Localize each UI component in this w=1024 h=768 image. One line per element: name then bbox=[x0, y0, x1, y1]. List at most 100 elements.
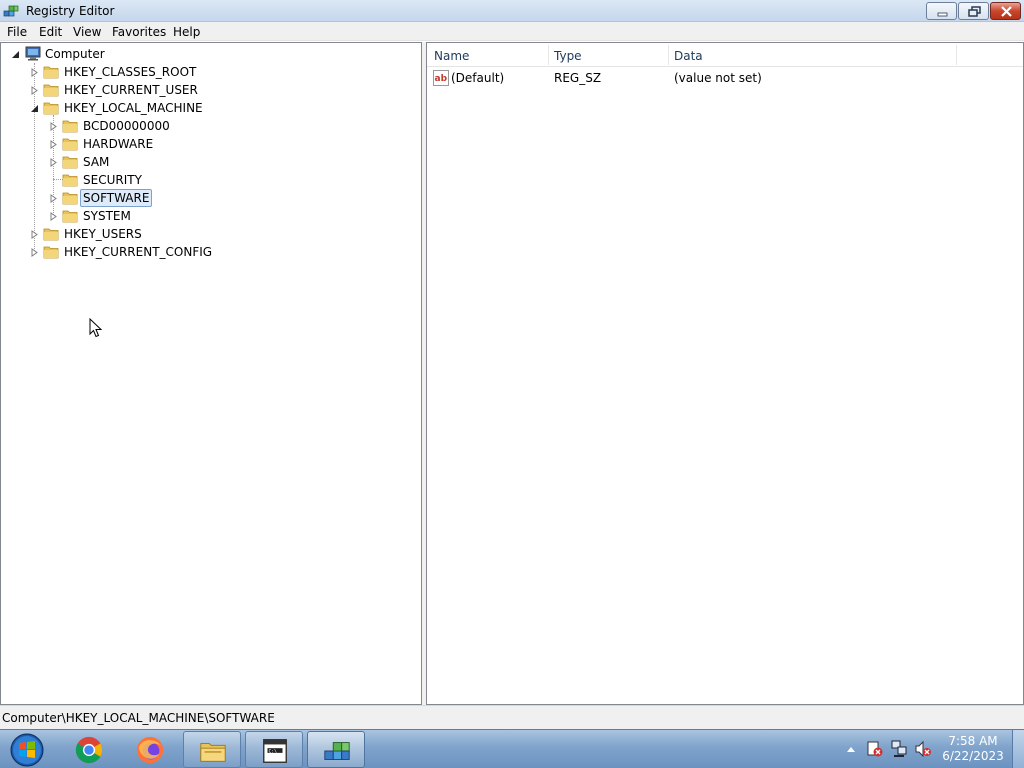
column-divider[interactable] bbox=[956, 45, 957, 65]
minimize-button[interactable] bbox=[926, 2, 957, 20]
tree-item-hkey-local-machine[interactable]: HKEY_LOCAL_MACHINE bbox=[1, 99, 421, 117]
status-bar: Computer\HKEY_LOCAL_MACHINE\SOFTWARE bbox=[0, 705, 1024, 729]
tree-label: HKEY_LOCAL_MACHINE bbox=[64, 101, 203, 115]
regedit-icon bbox=[3, 5, 19, 17]
folder-icon bbox=[62, 156, 78, 169]
taskbar: C:\ 7:58 AM 6/22/2023 bbox=[0, 729, 1024, 768]
tree-item-hkey-current-user[interactable]: HKEY_CURRENT_USER bbox=[1, 81, 421, 99]
show-desktop-button[interactable] bbox=[1012, 730, 1024, 768]
tree-item-hkey-current-config[interactable]: HKEY_CURRENT_CONFIG bbox=[1, 243, 421, 261]
string-value-icon: ab bbox=[433, 70, 449, 86]
taskbar-firefox[interactable] bbox=[121, 731, 179, 768]
clock[interactable]: 7:58 AM 6/22/2023 bbox=[940, 734, 1006, 764]
tree-label: HARDWARE bbox=[83, 137, 154, 151]
tree-item-bcd00000000[interactable]: BCD00000000 bbox=[1, 117, 421, 135]
title-bar[interactable]: Registry Editor bbox=[0, 0, 1024, 22]
tree-label: SAM bbox=[83, 155, 110, 169]
tree-item-sam[interactable]: SAM bbox=[1, 153, 421, 171]
expand-arrow-icon[interactable] bbox=[49, 158, 58, 167]
expand-arrow-icon[interactable] bbox=[30, 68, 39, 77]
restore-icon bbox=[968, 6, 981, 17]
menu-edit[interactable]: Edit bbox=[39, 25, 62, 39]
column-header-type[interactable]: Type bbox=[554, 49, 582, 63]
expand-arrow-icon[interactable] bbox=[30, 230, 39, 239]
mouse-cursor-icon bbox=[89, 318, 103, 338]
status-path: Computer\HKEY_LOCAL_MACHINE\SOFTWARE bbox=[2, 711, 275, 725]
folder-icon bbox=[43, 228, 59, 241]
expand-arrow-icon[interactable] bbox=[30, 248, 39, 257]
clock-date: 6/22/2023 bbox=[942, 749, 1004, 763]
folder-icon bbox=[62, 210, 78, 223]
taskbar-cmd[interactable]: C:\ bbox=[245, 731, 303, 768]
column-divider[interactable] bbox=[548, 45, 549, 65]
file-explorer-icon bbox=[200, 743, 226, 762]
expand-arrow-icon[interactable] bbox=[49, 122, 58, 131]
restore-button[interactable] bbox=[958, 2, 989, 20]
tree-item-hardware[interactable]: HARDWARE bbox=[1, 135, 421, 153]
folder-icon bbox=[43, 84, 59, 97]
taskbar-chrome[interactable] bbox=[60, 731, 118, 768]
menu-favorites[interactable]: Favorites bbox=[112, 25, 166, 39]
folder-icon bbox=[62, 192, 78, 205]
action-center-icon[interactable] bbox=[866, 730, 884, 768]
column-divider[interactable] bbox=[668, 45, 669, 65]
regedit-icon bbox=[324, 742, 350, 760]
taskbar-file-explorer[interactable] bbox=[183, 731, 241, 768]
folder-icon bbox=[62, 120, 78, 133]
value-row[interactable]: ab (Default) REG_SZ (value not set) bbox=[427, 69, 1023, 87]
tree-label: HKEY_CURRENT_USER bbox=[64, 83, 198, 97]
svg-text:ab: ab bbox=[435, 74, 448, 84]
value-type: REG_SZ bbox=[554, 71, 602, 85]
tree-item-hkey-users[interactable]: HKEY_USERS bbox=[1, 225, 421, 243]
folder-icon bbox=[62, 174, 78, 187]
folder-icon bbox=[43, 246, 59, 259]
tree-item-security[interactable]: SECURITY bbox=[1, 171, 421, 189]
computer-icon bbox=[25, 46, 41, 61]
menu-file[interactable]: File bbox=[7, 25, 27, 39]
tree-item-system[interactable]: SYSTEM bbox=[1, 207, 421, 225]
taskbar-regedit[interactable] bbox=[307, 731, 365, 768]
menu-view[interactable]: View bbox=[73, 25, 101, 39]
column-header-name[interactable]: Name bbox=[434, 49, 469, 63]
folder-icon bbox=[62, 138, 78, 151]
tree-label: HKEY_USERS bbox=[64, 227, 142, 241]
folder-icon bbox=[43, 102, 59, 115]
tree-label: HKEY_CURRENT_CONFIG bbox=[64, 245, 213, 259]
window-title: Registry Editor bbox=[26, 4, 115, 18]
close-button[interactable] bbox=[990, 2, 1021, 20]
chrome-icon bbox=[75, 736, 103, 764]
menu-bar: File Edit View Favorites Help bbox=[0, 22, 1024, 41]
tree-label: Computer bbox=[45, 47, 105, 61]
collapse-arrow-icon[interactable] bbox=[11, 50, 20, 59]
values-list-pane[interactable]: Name Type Data ab (Default) REG_SZ (valu… bbox=[426, 42, 1024, 705]
tray-overflow-icon[interactable] bbox=[845, 730, 857, 768]
cmd-window-icon: C:\ bbox=[263, 739, 287, 763]
tree-item-software[interactable]: SOFTWARE bbox=[1, 189, 421, 207]
expand-arrow-icon[interactable] bbox=[49, 212, 58, 221]
start-button[interactable] bbox=[4, 731, 50, 768]
close-icon bbox=[1001, 6, 1012, 17]
tree-label: HKEY_CLASSES_ROOT bbox=[64, 65, 197, 79]
tree-label: SYSTEM bbox=[83, 209, 131, 223]
volume-muted-icon[interactable] bbox=[914, 730, 932, 768]
value-data: (value not set) bbox=[674, 71, 762, 85]
clock-time: 7:58 AM bbox=[948, 734, 998, 748]
tree-label: SECURITY bbox=[83, 173, 142, 187]
expand-arrow-icon[interactable] bbox=[49, 194, 58, 203]
network-icon[interactable] bbox=[890, 730, 908, 768]
tree-item-computer[interactable]: Computer bbox=[1, 45, 421, 63]
collapse-arrow-icon[interactable] bbox=[30, 104, 39, 113]
expand-arrow-icon[interactable] bbox=[30, 86, 39, 95]
value-name: (Default) bbox=[451, 71, 505, 85]
minimize-icon bbox=[937, 12, 948, 17]
tree-label: BCD00000000 bbox=[83, 119, 170, 133]
expand-arrow-icon[interactable] bbox=[49, 140, 58, 149]
folder-icon bbox=[43, 66, 59, 79]
tree-label-selected: SOFTWARE bbox=[80, 189, 153, 207]
menu-help[interactable]: Help bbox=[173, 25, 200, 39]
column-header-data[interactable]: Data bbox=[674, 49, 703, 63]
svg-text:C:\: C:\ bbox=[268, 748, 277, 754]
firefox-icon bbox=[136, 736, 164, 764]
tree-pane[interactable]: Computer HKEY_CLASSES_ROOT HKEY_CURRENT_… bbox=[0, 42, 422, 705]
tree-item-hkey-classes-root[interactable]: HKEY_CLASSES_ROOT bbox=[1, 63, 421, 81]
